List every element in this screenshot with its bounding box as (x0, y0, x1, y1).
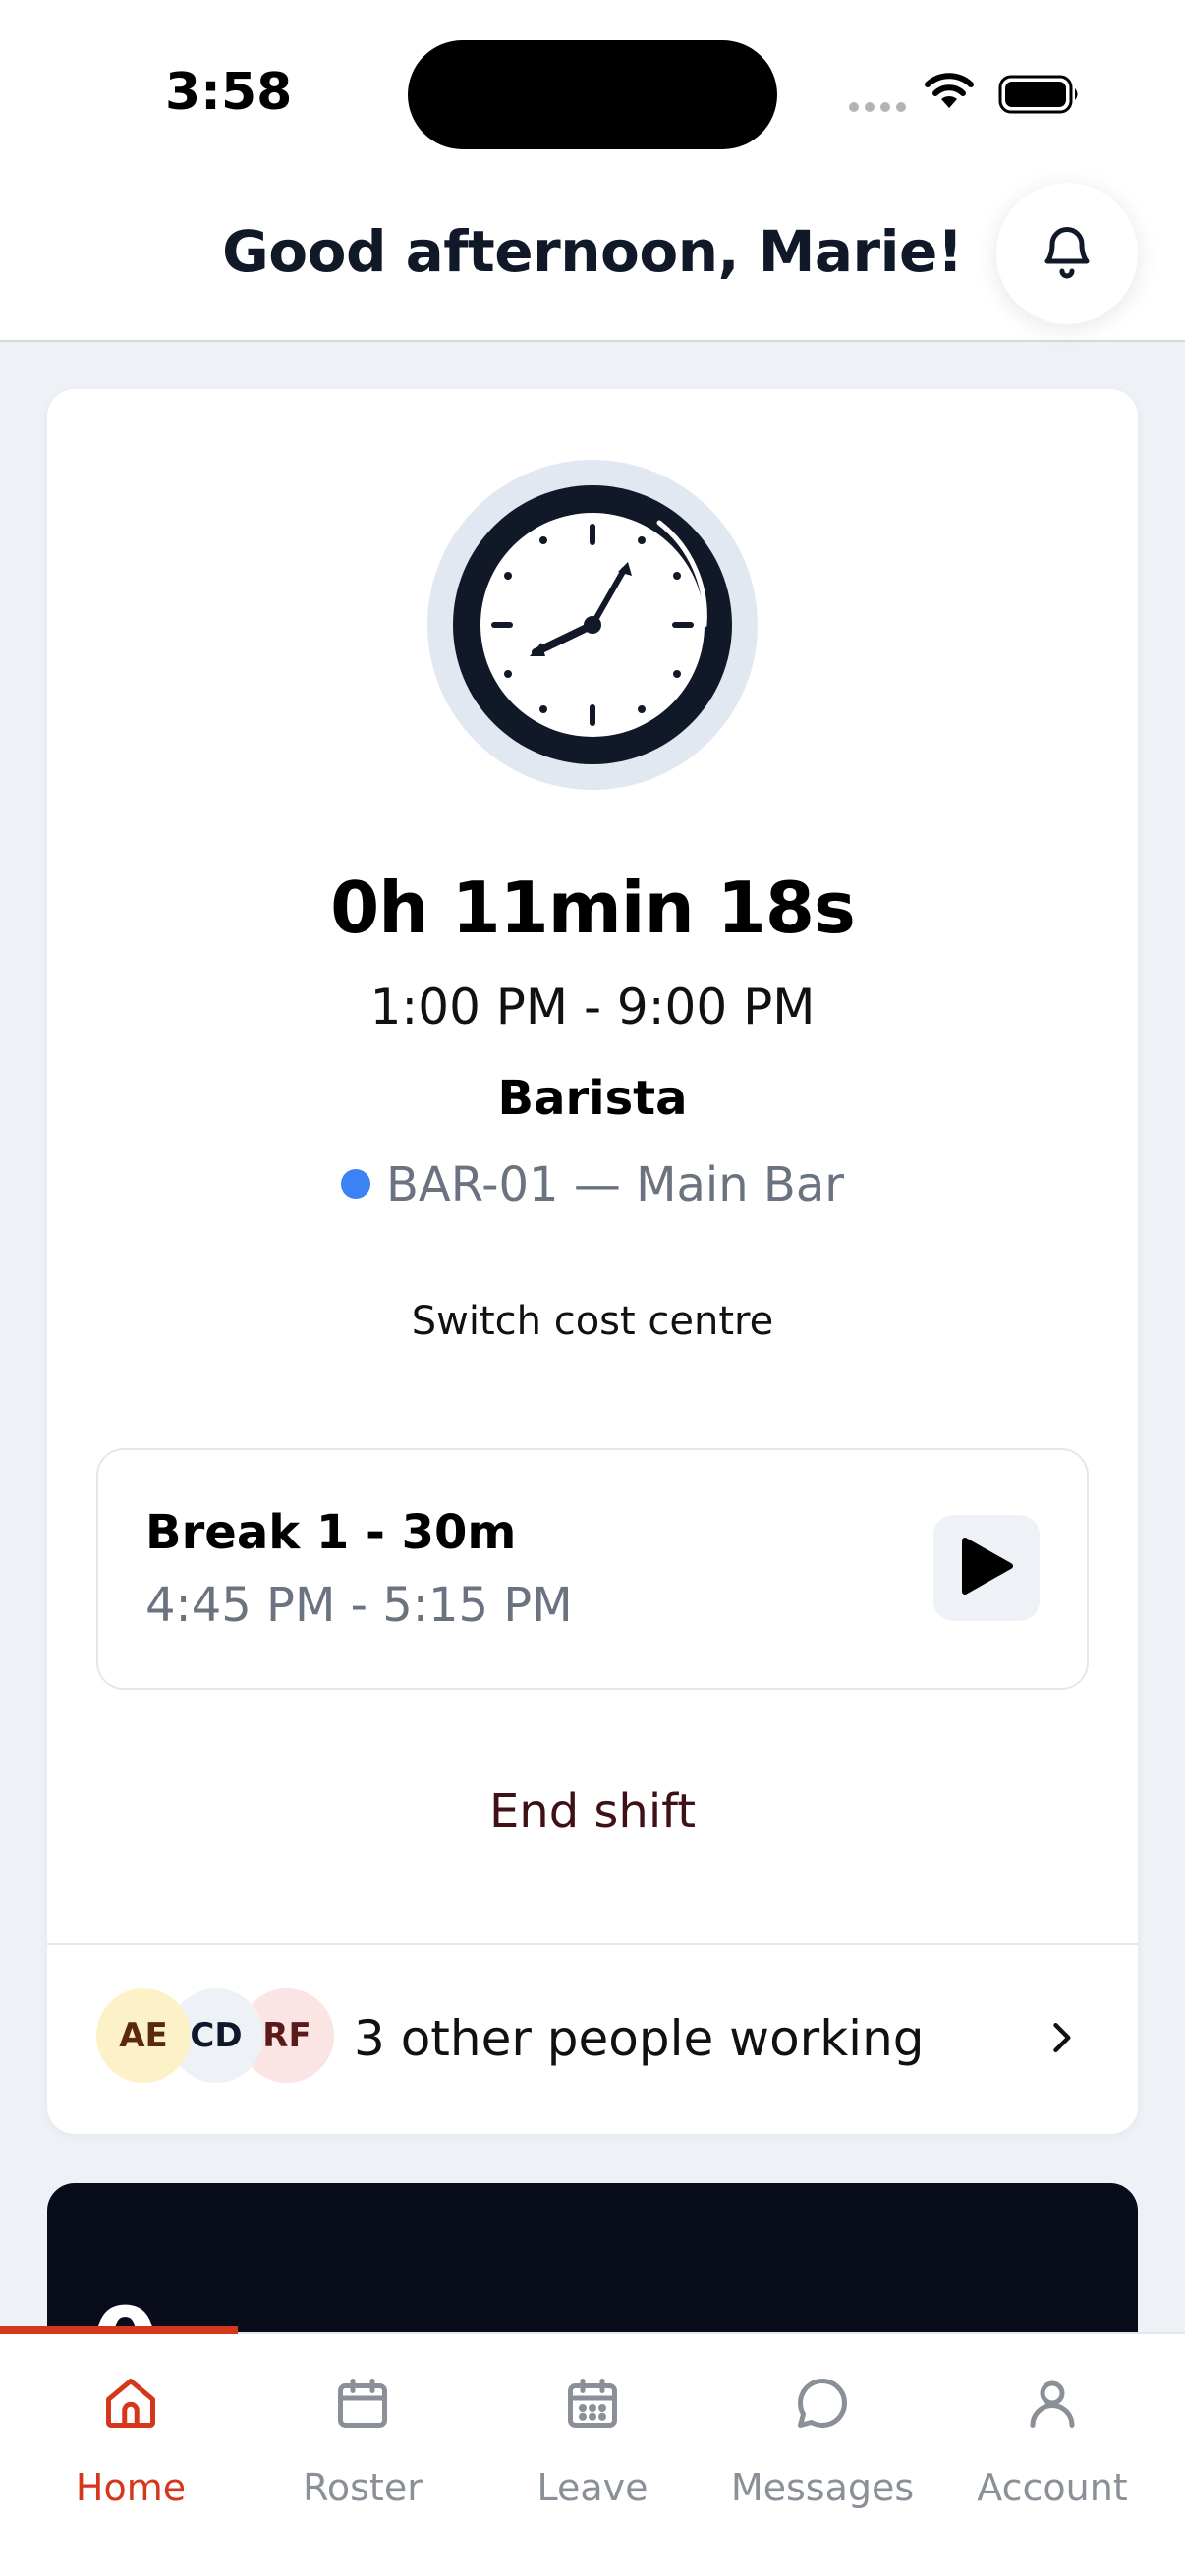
tab-label: Home (75, 2466, 187, 2509)
break-title: Break 1 - 30m (145, 1505, 517, 1560)
play-icon (957, 1535, 1016, 1601)
start-break-button[interactable] (933, 1515, 1040, 1621)
cost-centre-label: BAR-01 — Main Bar (47, 1157, 1138, 1212)
switch-cost-centre-button[interactable]: Switch cost centre (47, 1299, 1138, 1344)
cost-centre-dot (340, 1169, 370, 1199)
shift-hours: 1:00 PM - 9:00 PM (369, 979, 816, 1036)
bottom-tab-bar: Home Roster Leave Messages Account (0, 2326, 1185, 2576)
shift-role: Barista (497, 1071, 688, 1126)
calendar-grid-icon (478, 2364, 707, 2442)
dynamic-island (408, 40, 777, 149)
tab-account[interactable]: Account (937, 2364, 1167, 2521)
other-people-working-label: 3 other people working (354, 2010, 925, 2067)
current-shift-card: 0h 11min 18s 1:00 PM - 9:00 PM Barista B… (47, 389, 1138, 2134)
end-shift-button[interactable]: End shift (47, 1784, 1138, 1839)
shift-elapsed-timer: 0h 11min 18s (330, 867, 856, 949)
tab-leave[interactable]: Leave (478, 2364, 707, 2521)
clock-icon (427, 460, 758, 790)
tab-label: Account (977, 2466, 1128, 2509)
app-header: Good afternoon, Marie! (0, 177, 1185, 342)
status-time: 3:58 (165, 63, 293, 122)
calendar-icon (248, 2364, 478, 2442)
user-icon (937, 2364, 1167, 2442)
battery-icon (998, 75, 1081, 118)
notifications-button[interactable] (996, 183, 1138, 324)
cost-centre-text: BAR-01 — Main Bar (385, 1157, 844, 1212)
cellular-signal-icon (849, 102, 906, 112)
break-item: Break 1 - 30m 4:45 PM - 5:15 PM (96, 1448, 1089, 1690)
home-icon (16, 2364, 246, 2442)
tab-home[interactable]: Home (16, 2364, 246, 2521)
active-tab-indicator (0, 2326, 238, 2334)
break-time: 4:45 PM - 5:15 PM (145, 1578, 573, 1633)
tab-label: Leave (536, 2466, 649, 2509)
chat-bubble-icon (707, 2364, 937, 2442)
tab-messages[interactable]: Messages (707, 2364, 937, 2521)
tab-label: Roster (303, 2466, 423, 2509)
avatar: AE (96, 1988, 191, 2083)
other-people-working-row[interactable]: AE CD RF 3 other people working (47, 1945, 1138, 2134)
tab-roster[interactable]: Roster (248, 2364, 478, 2521)
wifi-icon (924, 71, 975, 114)
chevron-right-icon (1040, 2012, 1083, 2067)
bell-icon (1038, 222, 1097, 285)
tab-label: Messages (730, 2466, 915, 2509)
status-bar: 3:58 (0, 0, 1185, 177)
